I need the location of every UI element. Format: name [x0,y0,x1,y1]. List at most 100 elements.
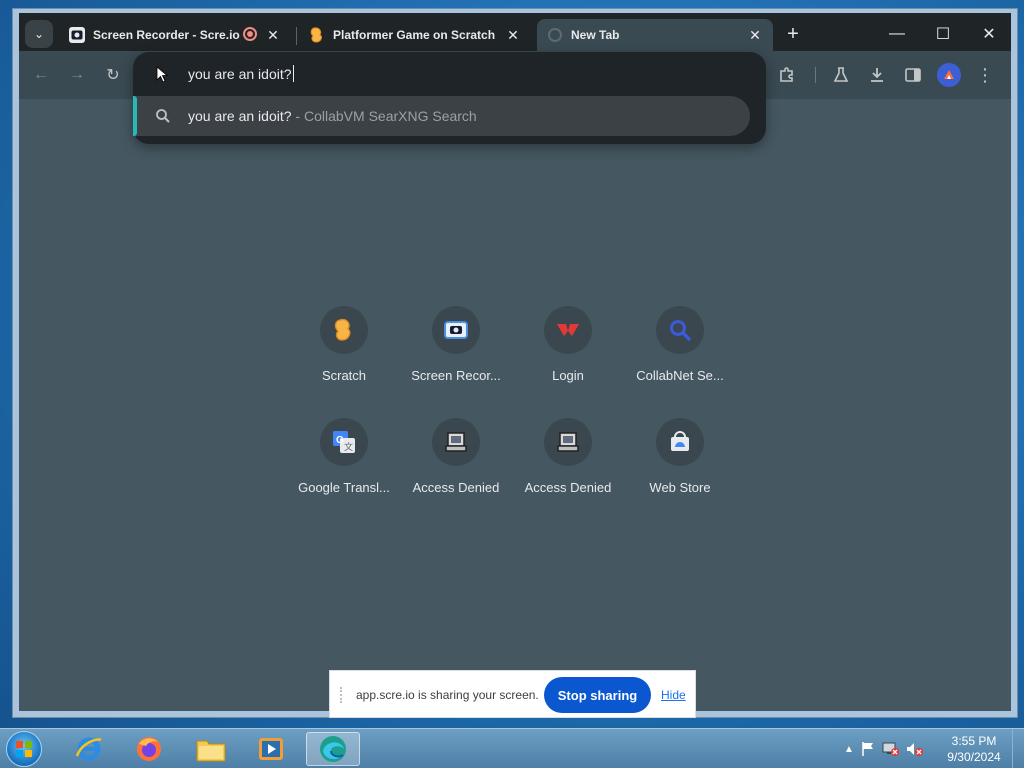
new-tab-button[interactable]: + [781,22,805,46]
suggestion-text: you are an idoit? - CollabVM SearXNG Sea… [188,108,477,124]
address-input[interactable]: you are an idoit? [188,65,294,82]
shortcut-tile[interactable]: Access Denied [400,412,512,524]
system-tray: ▲ [844,739,924,759]
chevron-up-icon[interactable]: ▲ [844,744,854,755]
shortcut-tile[interactable]: Access Denied [512,412,624,524]
scratch-icon [320,306,368,354]
taskbar-firefox[interactable] [122,732,176,766]
close-tab-icon[interactable]: ✕ [747,27,763,43]
download-icon [871,68,883,82]
shortcut-label: Access Denied [524,480,612,495]
extensions-button[interactable] [775,63,799,87]
search-icon [656,306,704,354]
clock-time: 3:55 PM [951,734,997,748]
flask-icon [833,67,849,82]
omnibox-suggestion[interactable]: you are an idoit? - CollabVM SearXNG Sea… [133,96,750,136]
toolbar-divider [815,67,816,83]
scratch-icon [309,27,325,43]
stop-sharing-button[interactable]: Stop sharing [544,677,651,713]
drag-handle-icon[interactable] [340,687,346,703]
volume-muted-icon[interactable] [906,741,924,757]
back-button[interactable]: ← [29,63,53,87]
more-vert-icon: ⋮ [976,65,994,85]
tab-new-tab[interactable]: New Tab ✕ [537,19,773,51]
avatar-icon [944,70,954,79]
taskbar-internet-explorer[interactable] [62,732,116,766]
side-panel-icon [905,68,921,82]
access-denied-icon [432,418,480,466]
screen-recorder-icon [69,27,85,43]
tab-screen-recorder[interactable]: Screen Recorder - Scre.io ✕ [59,19,291,51]
windows-logo-icon [16,741,32,757]
side-panel-button[interactable] [901,63,925,87]
shortcut-tile[interactable]: Screen Recor... [400,300,512,412]
svg-text:G: G [336,435,344,446]
firefox-icon [137,737,161,761]
text-caret [292,65,294,82]
downloads-button[interactable] [865,63,889,87]
labs-button[interactable] [829,63,853,87]
taskbar-file-explorer[interactable] [184,732,238,766]
web-store-icon [656,418,704,466]
close-tab-icon[interactable]: ✕ [505,27,521,43]
shortcut-label: CollabNet Se... [636,368,724,383]
network-error-icon[interactable] [882,741,900,757]
back-arrow-icon: ← [33,66,49,83]
clock-date: 9/30/2024 [947,750,1001,764]
media-player-icon [259,738,283,760]
sharing-message: app.scre.io is sharing your screen. [356,688,539,702]
tab-divider [296,27,297,45]
shortcut-label: Screen Recor... [411,368,501,383]
access-denied-icon [544,418,592,466]
shortcut-label: Scratch [321,368,367,383]
chevron-down-icon: ⌄ [33,27,45,41]
omnibox-dropdown: you are an idoit? you are an idoit? - Co… [133,52,766,144]
show-desktop-button[interactable] [1012,729,1024,768]
screen-sharing-bar: app.scre.io is sharing your screen. Stop… [329,670,696,718]
reload-icon: ↻ [106,67,120,84]
hide-link[interactable]: Hide [661,688,686,702]
menu-button[interactable]: ⋮ [973,63,997,87]
shortcut-tile[interactable]: Login [512,300,624,412]
taskbar-media-player[interactable] [244,732,298,766]
recording-indicator-icon [243,27,257,41]
forward-button[interactable]: → [65,63,89,87]
taskbar: ▲ 3:55 PM 9/30/2024 [0,728,1024,768]
tab-strip: ⌄ Screen Recorder - Scre.io ✕ Platformer… [19,13,1011,51]
cursor-pointer-icon [156,66,169,82]
tab-label: Screen Recorder - Scre.io [93,28,240,42]
tab-search-button[interactable]: ⌄ [25,20,53,48]
maximize-button[interactable]: ☐ [923,19,963,49]
shortcut-label: Google Transl... [298,480,390,495]
puzzle-icon [780,67,793,82]
address-bar[interactable]: you are an idoit? [133,52,766,96]
file-explorer-icon [196,740,226,762]
profile-avatar[interactable] [937,63,961,87]
internet-explorer-icon [75,737,102,761]
reload-button[interactable]: ↻ [101,63,125,87]
start-button[interactable] [6,731,42,767]
shortcut-tile[interactable]: G文 Google Transl... [288,412,400,524]
tab-label: Platformer Game on Scratch [333,28,496,42]
shortcut-label: Login [552,368,584,383]
system-clock[interactable]: 3:55 PM 9/30/2024 [944,733,1004,765]
close-window-button[interactable]: ✕ [969,19,1009,49]
action-center-flag-icon[interactable] [860,741,876,757]
tab-platformer-game[interactable]: Platformer Game on Scratch ✕ [299,19,531,51]
forward-arrow-icon: → [69,66,85,83]
shortcut-label: Web Store [649,480,711,495]
new-tab-icon [547,27,563,43]
taskbar-edge[interactable] [306,732,360,766]
shortcut-tile[interactable]: Web Store [624,412,736,524]
svg-text:文: 文 [344,441,353,453]
shortcut-tile[interactable]: Scratch [288,300,400,412]
search-icon [156,109,170,123]
minimize-button[interactable]: — [877,19,917,49]
google-translate-icon: G文 [320,418,368,466]
tab-label: New Tab [571,28,620,42]
suggestion-selected-indicator [133,96,137,136]
shortcut-tile[interactable]: CollabNet Se... [624,300,736,412]
close-tab-icon[interactable]: ✕ [265,27,281,43]
shortcut-label: Access Denied [412,480,500,495]
edge-icon [320,736,346,762]
